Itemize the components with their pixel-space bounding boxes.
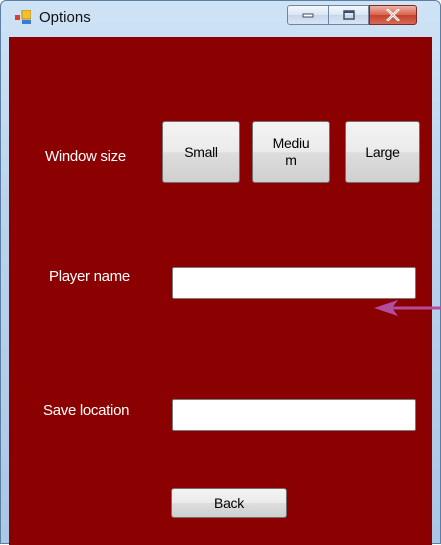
save-location-label: Save location bbox=[43, 402, 130, 419]
options-panel: Window size Small Mediu m Large Player n… bbox=[9, 37, 432, 545]
minimize-button[interactable] bbox=[287, 5, 329, 25]
medium-size-button-label: Mediu m bbox=[272, 135, 310, 168]
maximize-button[interactable] bbox=[329, 5, 369, 25]
window-size-label: Window size bbox=[45, 148, 126, 165]
large-size-button-label: Large bbox=[365, 143, 400, 160]
annotation-arrow bbox=[374, 300, 441, 316]
large-size-button[interactable]: Large bbox=[345, 121, 420, 183]
back-button-label: Back bbox=[214, 494, 244, 511]
maximize-icon bbox=[342, 10, 355, 20]
player-name-input[interactable] bbox=[172, 267, 416, 299]
title-bar[interactable]: Options bbox=[1, 1, 440, 31]
close-button[interactable] bbox=[369, 5, 417, 25]
back-button[interactable]: Back bbox=[171, 488, 287, 518]
small-size-button-label: Small bbox=[184, 143, 218, 160]
small-size-button[interactable]: Small bbox=[162, 121, 240, 183]
minimize-icon bbox=[302, 13, 314, 18]
app-icon bbox=[15, 10, 31, 24]
close-icon bbox=[386, 9, 400, 21]
medium-size-button[interactable]: Mediu m bbox=[252, 121, 330, 183]
window-title: Options bbox=[39, 9, 91, 26]
player-name-label: Player name bbox=[49, 268, 130, 285]
save-location-input[interactable] bbox=[172, 399, 416, 431]
options-window: Options Window size Small Mediu m Large … bbox=[0, 0, 441, 545]
